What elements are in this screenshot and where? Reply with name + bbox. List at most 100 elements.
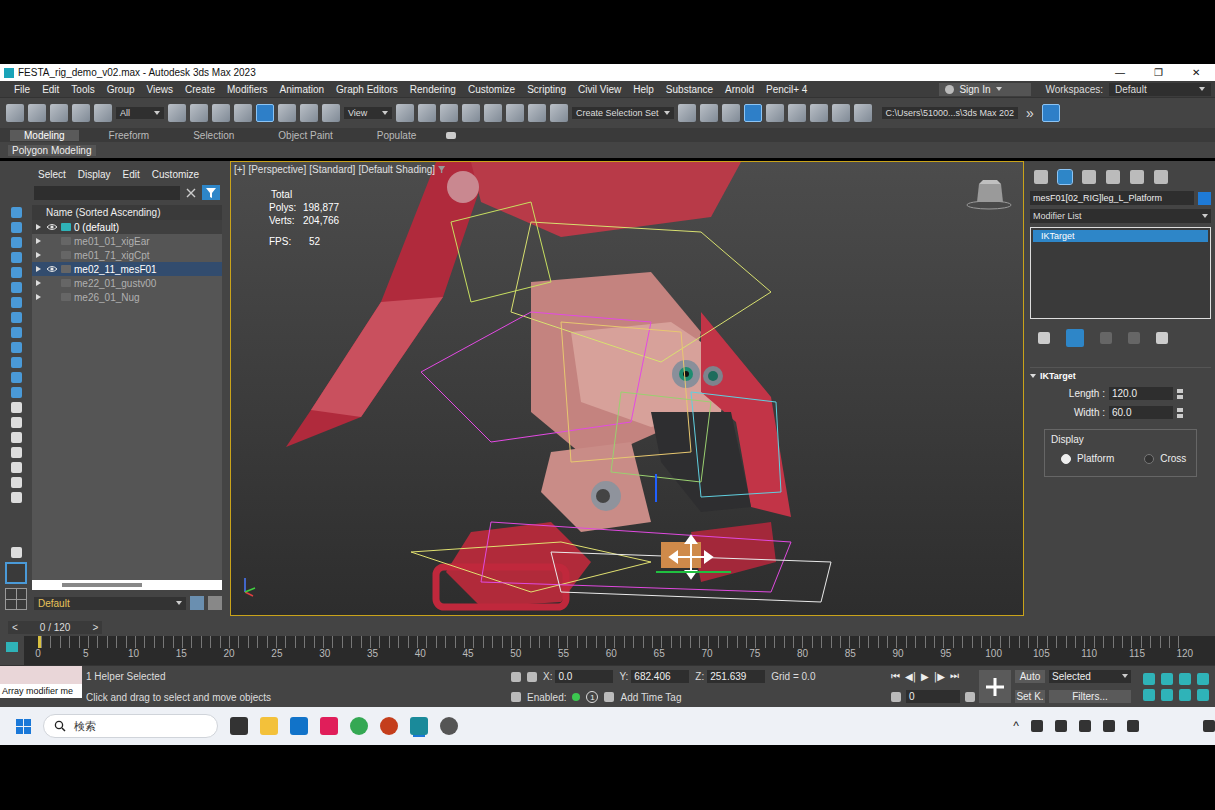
set-key-button[interactable] xyxy=(979,670,1011,703)
expand-icon[interactable] xyxy=(11,547,22,558)
absolute-mode-icon[interactable] xyxy=(527,672,537,682)
menu-item[interactable]: Substance xyxy=(660,84,719,95)
tray-overflow-button[interactable]: ^ xyxy=(1013,719,1019,733)
selection-filter-dropdown[interactable]: All xyxy=(116,107,164,119)
ribbon-tab[interactable]: Modeling xyxy=(10,130,79,141)
toolbar-icon[interactable] xyxy=(700,104,718,122)
perspective-viewport[interactable]: [+][Perspective][Standard][Default Shadi… xyxy=(230,161,1024,616)
toolbar-icon[interactable] xyxy=(744,104,762,122)
viewcube-icon[interactable] xyxy=(967,180,1011,209)
menu-item[interactable]: Views xyxy=(141,84,180,95)
explorer-filter-icon[interactable] xyxy=(11,372,22,383)
command-panel-tab[interactable] xyxy=(1034,170,1048,184)
adaptive-degradation-icon[interactable] xyxy=(511,692,521,702)
object-color-swatch[interactable] xyxy=(1198,192,1211,205)
toolbar-icon[interactable] xyxy=(256,104,274,122)
3dsmax-icon[interactable] xyxy=(410,717,428,735)
explorer-menu-item[interactable]: Display xyxy=(78,169,111,180)
explorer-filter-icon[interactable] xyxy=(11,357,22,368)
menu-item[interactable]: Group xyxy=(101,84,141,95)
menu-item[interactable]: Graph Editors xyxy=(330,84,404,95)
spinner-field[interactable]: 60.0 xyxy=(1109,406,1173,419)
navigation-icon[interactable] xyxy=(1197,673,1209,685)
toolbar-icon[interactable] xyxy=(28,104,46,122)
explorer-search-field[interactable] xyxy=(34,186,180,200)
rollout-title[interactable]: IKTarget xyxy=(1030,371,1211,381)
toolbar-icon[interactable] xyxy=(396,104,414,122)
listener-input[interactable] xyxy=(0,666,82,684)
outlook-icon[interactable] xyxy=(290,717,308,735)
toolbar-icon[interactable] xyxy=(854,104,872,122)
menu-item[interactable]: Arnold xyxy=(719,84,760,95)
menu-item[interactable]: Rendering xyxy=(404,84,462,95)
menu-item[interactable]: Tools xyxy=(65,84,100,95)
lock-icon[interactable] xyxy=(511,672,521,682)
selected-helper[interactable] xyxy=(661,542,701,568)
viewport-label-menu[interactable]: [Default Shading] xyxy=(358,164,435,175)
explorer-row[interactable]: me01_71_xigCpt xyxy=(32,248,222,262)
navigation-icon[interactable] xyxy=(1197,689,1209,701)
tray-icon[interactable] xyxy=(1031,720,1043,732)
command-panel-tab[interactable] xyxy=(1130,170,1144,184)
expand-arrow-icon[interactable] xyxy=(36,280,41,286)
coordinate-value[interactable]: 682.406 xyxy=(631,670,689,683)
explorer-menu-item[interactable]: Customize xyxy=(152,169,199,180)
key-filter-dropdown[interactable]: Selected xyxy=(1049,670,1131,683)
toolbar-icon[interactable] xyxy=(278,104,296,122)
track-bar-timeline[interactable]: 0510152025303540455055606570758085909510… xyxy=(24,636,1215,665)
menu-item[interactable]: Civil View xyxy=(572,84,627,95)
horizontal-scrollbar[interactable] xyxy=(32,580,222,590)
menu-item[interactable]: Help xyxy=(627,84,660,95)
ribbon-tab[interactable]: Object Paint xyxy=(264,130,346,141)
tray-icon[interactable] xyxy=(1055,720,1067,732)
configure-sets-icon[interactable] xyxy=(1156,332,1168,344)
sign-in-dropdown[interactable]: Sign In xyxy=(939,83,1031,96)
toolbar-icon[interactable] xyxy=(722,104,740,122)
toolbar-icon[interactable] xyxy=(440,104,458,122)
ribbon-panel-label[interactable]: Polygon Modeling xyxy=(8,145,96,156)
toolbar-icon[interactable] xyxy=(484,104,502,122)
window-control-button[interactable]: — xyxy=(1101,67,1139,78)
explorer-menu-item[interactable]: Select xyxy=(38,169,66,180)
menu-item[interactable]: Edit xyxy=(36,84,65,95)
explorer-filter-icon[interactable] xyxy=(11,237,22,248)
toolbar-icon[interactable] xyxy=(50,104,68,122)
expand-arrow-icon[interactable] xyxy=(36,294,41,300)
key-mode-icon[interactable] xyxy=(891,692,901,702)
expand-arrow-icon[interactable] xyxy=(36,238,41,244)
layer-manager-icon[interactable] xyxy=(208,596,222,610)
radio-button[interactable] xyxy=(1061,454,1071,464)
toolbar-icon[interactable] xyxy=(550,104,568,122)
time-slider-track[interactable]: <0 / 120> xyxy=(8,621,128,634)
explorer-filter-icon[interactable] xyxy=(11,342,22,353)
toolbar-icon[interactable] xyxy=(462,104,480,122)
notification-icon[interactable] xyxy=(1203,720,1215,732)
ribbon-tab[interactable]: Populate xyxy=(363,130,430,141)
explorer-filter-icon[interactable] xyxy=(11,297,22,308)
enabled-indicator[interactable] xyxy=(572,693,580,701)
explorer-filter-icon[interactable] xyxy=(11,477,22,488)
toolbar-icon[interactable] xyxy=(322,104,340,122)
explorer-row[interactable]: me01_01_xigEar xyxy=(32,234,222,248)
expand-arrow-icon[interactable] xyxy=(36,224,41,230)
workspace-dropdown[interactable]: Default xyxy=(1109,83,1211,96)
toolbar-icon[interactable] xyxy=(94,104,112,122)
ribbon-tab[interactable]: Freeform xyxy=(95,130,164,141)
taskbar-search[interactable]: 検索 xyxy=(43,714,218,738)
current-frame-field[interactable]: 0 xyxy=(906,690,960,703)
radio-button[interactable] xyxy=(1144,454,1154,464)
navigation-icon[interactable] xyxy=(1143,689,1155,701)
menu-item[interactable]: Animation xyxy=(274,84,330,95)
viewport-layout-grid-icon[interactable] xyxy=(5,588,27,610)
explorer-filter-icon[interactable] xyxy=(11,252,22,263)
expand-arrow-icon[interactable] xyxy=(36,266,41,272)
app-icon[interactable] xyxy=(440,717,458,735)
command-panel-tab[interactable] xyxy=(1106,170,1120,184)
viewport-layout-icon[interactable] xyxy=(5,562,27,584)
toolbar-icon[interactable] xyxy=(300,104,318,122)
explorer-filter-icon[interactable] xyxy=(11,462,22,473)
make-unique-icon[interactable] xyxy=(1100,332,1112,344)
toolbar-icon[interactable] xyxy=(506,104,524,122)
remove-modifier-icon[interactable] xyxy=(1128,332,1140,344)
scene-render[interactable] xyxy=(231,162,1024,615)
